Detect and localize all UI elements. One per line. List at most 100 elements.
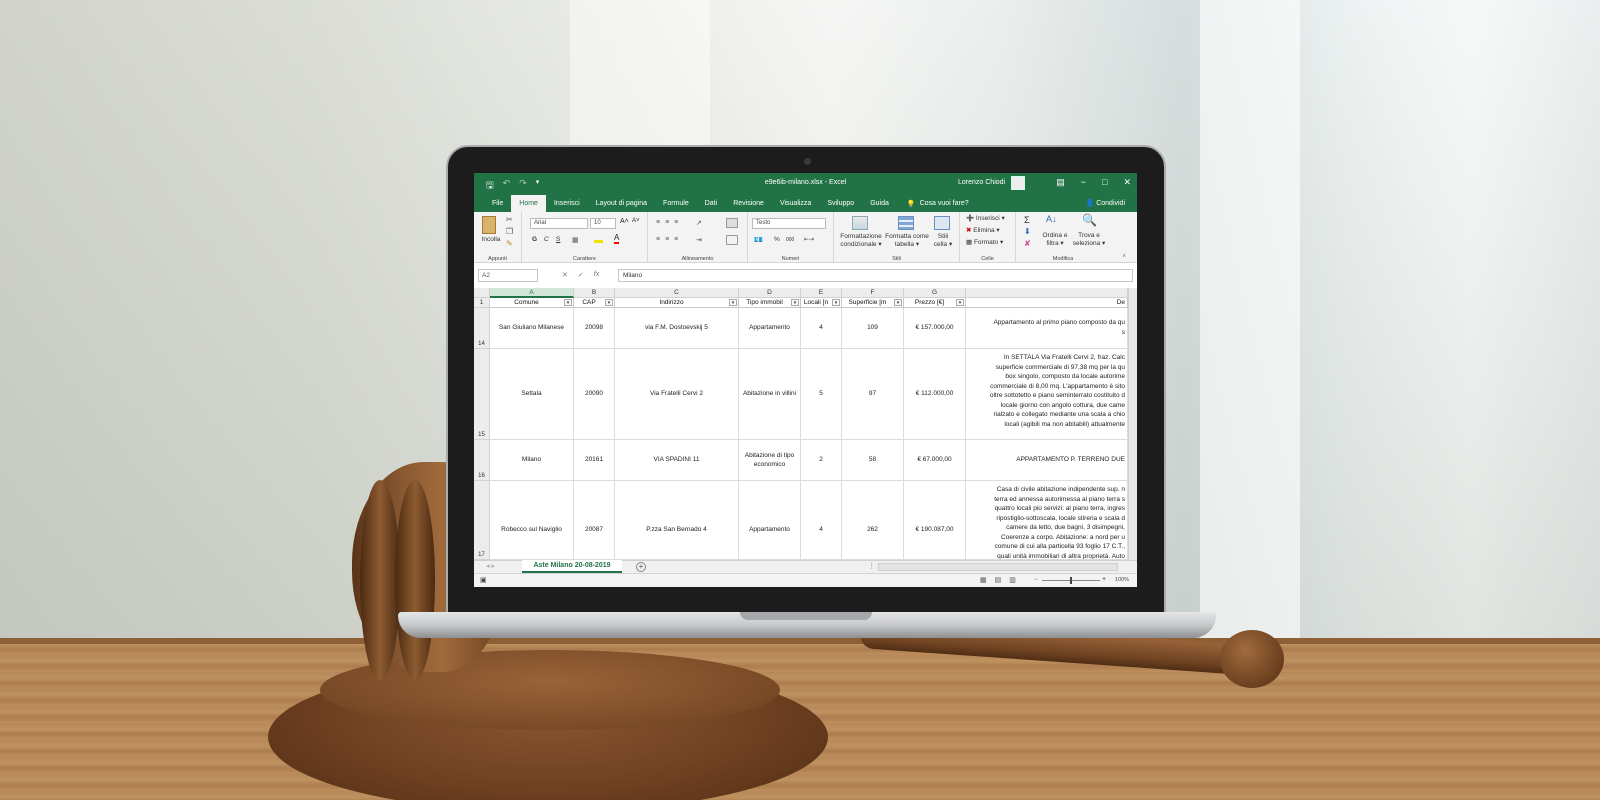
zoom-slider-thumb[interactable] <box>1070 577 1072 584</box>
zoom-out-icon[interactable]: − <box>1034 577 1038 583</box>
cell-comune[interactable]: San Giuliano Milanese <box>490 308 574 349</box>
cell-tipo[interactable]: Appartamento <box>739 308 801 349</box>
row-header[interactable]: 16 <box>474 440 490 481</box>
ribbon-display-icon[interactable]: ▤ <box>1056 177 1065 188</box>
user-name[interactable]: Lorenzo Chiodi <box>958 179 1005 186</box>
paste-icon[interactable] <box>482 216 496 234</box>
filter-dropdown-icon[interactable]: ▾ <box>894 299 902 306</box>
tab-review[interactable]: Revisione <box>725 195 772 212</box>
horizontal-align-icons[interactable]: ≡≡≡ <box>656 236 683 243</box>
cell-indirizzo[interactable]: via F.M. Dostoevskij 5 <box>615 308 739 349</box>
font-size-select[interactable]: 10 <box>590 218 616 229</box>
share-button[interactable]: 👤 Condividi <box>1086 199 1125 207</box>
filter-dropdown-icon[interactable]: ▾ <box>729 299 737 306</box>
italic-button[interactable]: C <box>544 236 549 244</box>
tab-formulas[interactable]: Formule <box>655 195 697 212</box>
filter-dropdown-icon[interactable]: ▾ <box>564 299 572 306</box>
cell-locali[interactable]: 5 <box>801 349 842 440</box>
cell-locali[interactable]: 4 <box>801 481 842 560</box>
row-header[interactable]: 1 <box>474 298 490 308</box>
tab-insert[interactable]: Inserisci <box>546 195 588 212</box>
bold-button[interactable]: G <box>532 236 537 244</box>
wrap-text-icon[interactable] <box>726 218 738 228</box>
row-header[interactable]: 17 <box>474 481 490 560</box>
fill-color-icon[interactable] <box>594 234 603 243</box>
find-select-button[interactable]: Trova e seleziona ▾ <box>1072 232 1106 248</box>
zoom-level[interactable]: 100% <box>1115 577 1129 583</box>
cell-superficie[interactable]: 58 <box>842 440 904 481</box>
filter-dropdown-icon[interactable]: ▾ <box>791 299 799 306</box>
row-header[interactable]: 14 <box>474 308 490 349</box>
maximize-icon[interactable]: □ <box>1102 177 1107 188</box>
format-cells-button[interactable]: ▦ Formato ▾ <box>966 239 1003 247</box>
cell-descrizione[interactable]: Appartamento al primo piano composto da … <box>966 308 1128 349</box>
filter-dropdown-icon[interactable]: ▾ <box>956 299 964 306</box>
format-as-table-icon[interactable] <box>898 216 914 230</box>
cell-descrizione[interactable]: APPARTAMENTO P. TERRENO DUE <box>966 440 1128 481</box>
fill-icon[interactable]: ⬇ <box>1024 227 1031 236</box>
column-header-c[interactable]: C <box>615 288 739 298</box>
cell-locali[interactable]: 2 <box>801 440 842 481</box>
decimal-icons[interactable]: ⇤⇥ <box>804 236 814 243</box>
cancel-icon[interactable]: ✕ <box>562 271 568 279</box>
avatar[interactable] <box>1011 176 1025 190</box>
column-header-h[interactable] <box>966 288 1128 298</box>
column-header-d[interactable]: D <box>739 288 801 298</box>
indent-icon[interactable]: ⇥ <box>696 236 702 244</box>
cell-cap[interactable]: 20098 <box>574 308 615 349</box>
tell-me-box[interactable]: 💡 Cosa vuoi fare? <box>897 200 969 208</box>
tab-file[interactable]: File <box>484 195 511 212</box>
cell-superficie[interactable]: 109 <box>842 308 904 349</box>
cell-prezzo[interactable]: € 67.000,00 <box>904 440 966 481</box>
sheet-nav-icons[interactable]: ◂ ▸ <box>486 562 495 570</box>
tab-split-handle[interactable]: ⋮ <box>868 562 875 570</box>
clear-icon[interactable]: ✘ <box>1024 239 1031 248</box>
cell-cap[interactable]: 20087 <box>574 481 615 560</box>
macro-record-icon[interactable]: ▣ <box>480 576 487 584</box>
minimize-icon[interactable]: − <box>1081 177 1086 188</box>
cell-indirizzo[interactable]: Via Fratelli Cervi 2 <box>615 349 739 440</box>
sort-filter-button[interactable]: Ordina e filtra ▾ <box>1040 232 1070 248</box>
column-header-a[interactable]: A <box>490 288 574 298</box>
filter-dropdown-icon[interactable]: ▾ <box>605 299 613 306</box>
tab-page-layout[interactable]: Layout di pagina <box>588 195 655 212</box>
sort-filter-icon[interactable]: A↓ <box>1046 214 1057 224</box>
cell-cap[interactable]: 20090 <box>574 349 615 440</box>
cell-tipo[interactable]: Abitazione di tipo economico <box>739 440 801 481</box>
conditional-formatting-icon[interactable] <box>852 216 868 230</box>
font-name-select[interactable]: Arial <box>530 218 588 229</box>
tab-help[interactable]: Guida <box>862 195 897 212</box>
cell-locali[interactable]: 4 <box>801 308 842 349</box>
paste-button[interactable]: Incolla <box>476 236 506 244</box>
cell-comune[interactable]: Robecco sul Naviglio <box>490 481 574 560</box>
name-box[interactable]: A2 <box>478 269 538 282</box>
cell-cap[interactable]: 20161 <box>574 440 615 481</box>
underline-button[interactable]: S <box>556 236 560 244</box>
cell-tipo[interactable]: Abitazione in villini <box>739 349 801 440</box>
column-header-e[interactable]: E <box>801 288 842 298</box>
enter-icon[interactable]: ✓ <box>578 271 584 279</box>
orientation-icon[interactable]: ↗ <box>696 219 702 227</box>
column-header-f[interactable]: F <box>842 288 904 298</box>
format-as-table-button[interactable]: Formatta come tabella ▾ <box>884 233 930 249</box>
fx-icon[interactable]: fx <box>594 271 599 279</box>
cell-comune[interactable]: Settala <box>490 349 574 440</box>
format-painter-icon[interactable]: ✎ <box>506 239 513 248</box>
cell-indirizzo[interactable]: P.zza San Bernado 4 <box>615 481 739 560</box>
tab-developer[interactable]: Sviluppo <box>819 195 862 212</box>
cell-prezzo[interactable]: € 112.000,00 <box>904 349 966 440</box>
filter-dropdown-icon[interactable]: ▾ <box>832 299 840 306</box>
row-header[interactable]: 15 <box>474 349 490 440</box>
cell-indirizzo[interactable]: VIA SPADINI 11 <box>615 440 739 481</box>
zoom-in-icon[interactable]: + <box>1102 576 1106 583</box>
tab-data[interactable]: Dati <box>697 195 725 212</box>
delete-cells-button[interactable]: ✖ Elimina ▾ <box>966 227 1000 235</box>
cell-tipo[interactable]: Appartamento <box>739 481 801 560</box>
cell-comune[interactable]: Milano <box>490 440 574 481</box>
sheet-tab-active[interactable]: Aste Milano 20-08-2019 <box>522 560 622 573</box>
cell-styles-button[interactable]: Stili cella ▾ <box>930 233 956 249</box>
select-all-corner[interactable] <box>474 288 490 298</box>
column-header-g[interactable]: G <box>904 288 966 298</box>
view-mode-icons[interactable]: ▦▤▥ <box>980 576 1024 584</box>
thousands-button[interactable]: 000 <box>786 236 794 244</box>
